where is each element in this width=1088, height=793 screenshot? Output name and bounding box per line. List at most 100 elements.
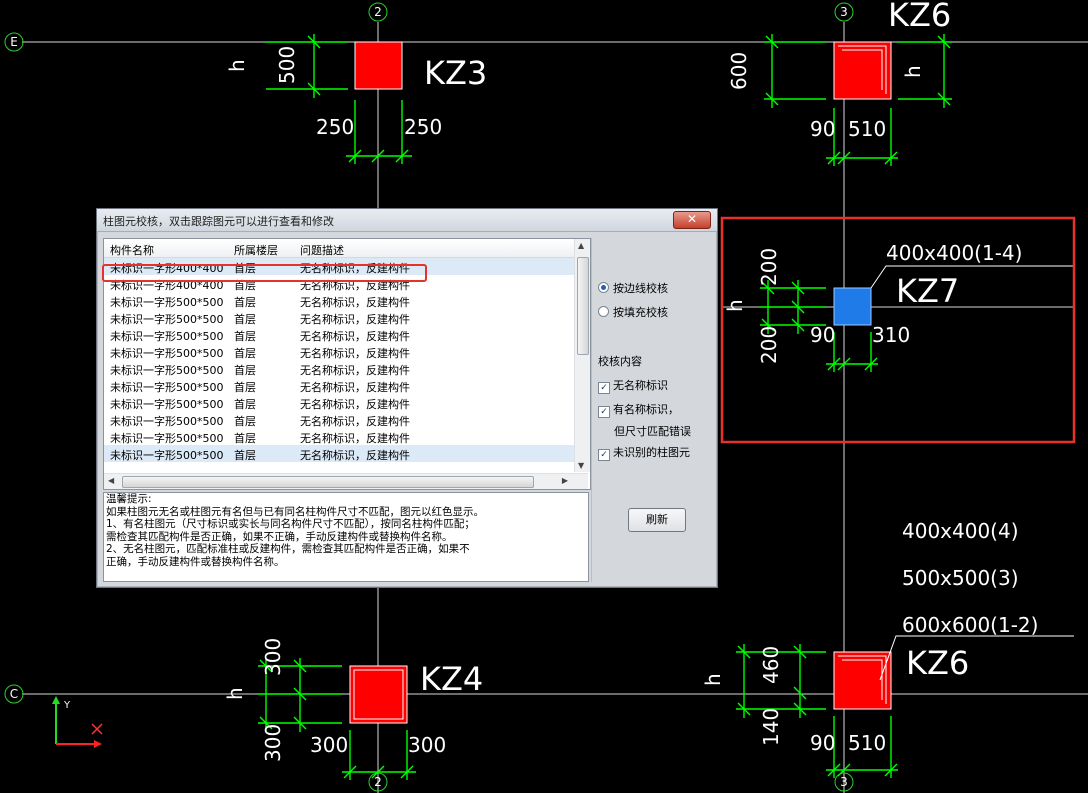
radio-selected-icon bbox=[598, 282, 609, 293]
list-cell-name: 未标识一字形500*500 bbox=[110, 432, 224, 445]
kz4-dim-top: 300 bbox=[261, 638, 285, 676]
list-cell-name: 未标识一字形500*500 bbox=[110, 398, 224, 411]
kz4-dim-left: 300 bbox=[310, 733, 348, 757]
list-cell-name: 未标识一字形500*500 bbox=[110, 313, 224, 326]
scroll-down-icon[interactable]: ▼ bbox=[578, 461, 584, 470]
ucs-icon: Y bbox=[52, 696, 103, 748]
tips-line: 1、有名柱图元（尺寸标识或实长与同名构件尺寸不匹配），按同名柱构件匹配； bbox=[106, 518, 475, 530]
list-item[interactable]: 未标识一字形500*500 首层 无名称标识，反建构件 bbox=[104, 377, 574, 394]
list-cell-floor: 首层 bbox=[234, 432, 256, 445]
list-item[interactable]: 未标识一字形500*500 首层 无名称标识，反建构件 bbox=[104, 445, 574, 462]
kz4-dim-bottom: 300 bbox=[261, 724, 285, 762]
kz6-bottom-dim-right: 510 bbox=[848, 731, 886, 755]
checkbox-name-size-mismatch[interactable]: ✓ 有名称标识， bbox=[598, 401, 679, 418]
checkbox-name-size-mismatch-line2: 但尺寸匹配错误 bbox=[614, 425, 691, 438]
options-panel: 按边线校核 按填充校核 校核内容 ✓ 无名称标识 ✓ 有名称标识， 但尺寸匹配错误 … bbox=[591, 238, 714, 582]
col-header-floor[interactable]: 所属楼层 bbox=[234, 242, 278, 258]
list-cell-name: 未标识一字形500*500 bbox=[110, 364, 224, 377]
axis-label-3-bottom: 3 bbox=[840, 775, 848, 789]
checkbox-checked-icon: ✓ bbox=[598, 449, 610, 461]
kz7-size-label: 400x400(1-4) bbox=[886, 241, 1022, 265]
list-cell-name: 未标识一字形500*500 bbox=[110, 347, 224, 360]
tips-line: 温馨提示: bbox=[106, 493, 152, 505]
scroll-right-icon[interactable]: ▶ bbox=[562, 476, 568, 485]
list-item[interactable]: 未标识一字形500*500 首层 无名称标识，反建构件 bbox=[104, 343, 574, 360]
legend-line2: 500x500(3) bbox=[902, 566, 1019, 590]
column-check-dialog: 柱图元校核，双击跟踪图元可以进行查看和修改 ✕ 构件名称 所属楼层 问题描述 未… bbox=[96, 208, 718, 588]
close-button[interactable]: ✕ bbox=[673, 211, 711, 229]
list-cell-name: 未标识一字形500*500 bbox=[110, 296, 224, 309]
kz6-top-h-label: h bbox=[901, 65, 925, 78]
list-cell-name: 未标识一字形500*500 bbox=[110, 330, 224, 343]
tips-line: 需检查其匹配构件是否正确，如果不正确，手动反建构件或替换构件名称。 bbox=[106, 530, 453, 543]
kz6-bottom-label: KZ6 bbox=[906, 644, 969, 682]
checkbox-unrecognized[interactable]: ✓ 未识别的柱图元 bbox=[598, 444, 690, 461]
radio-fill-check[interactable]: 按填充校核 bbox=[598, 304, 668, 320]
axis-label-2-bottom: 2 bbox=[374, 775, 382, 789]
list-item[interactable]: 未标识一字形500*500 首层 无名称标识，反建构件 bbox=[104, 411, 574, 428]
vertical-scroll-thumb[interactable] bbox=[577, 257, 589, 355]
list-item[interactable]: 未标识一字形500*500 首层 无名称标识，反建构件 bbox=[104, 309, 574, 326]
list-cell-name: 未标识一字形500*500 bbox=[110, 381, 224, 394]
list-cell-issue: 无名称标识，反建构件 bbox=[300, 381, 410, 394]
col-header-name[interactable]: 构件名称 bbox=[110, 242, 154, 258]
svg-text:Y: Y bbox=[63, 700, 71, 711]
col-header-issue[interactable]: 问题描述 bbox=[300, 242, 344, 258]
radio-edge-check[interactable]: 按边线校核 bbox=[598, 280, 668, 296]
scroll-left-icon[interactable]: ◀ bbox=[108, 476, 114, 485]
kz6-bottom-dim-bottom: 140 bbox=[759, 708, 783, 746]
axis-label-2-top: 2 bbox=[374, 5, 382, 19]
list-cell-floor: 首层 bbox=[234, 449, 256, 462]
list-item[interactable]: 未标识一字形500*500 首层 无名称标识，反建构件 bbox=[104, 360, 574, 377]
kz3-label: KZ3 bbox=[424, 54, 487, 92]
list-cell-name: 未标识一字形500*500 bbox=[110, 449, 224, 462]
axis-label-c: C bbox=[10, 687, 18, 701]
list-item[interactable]: 未标识一字形500*500 首层 无名称标识，反建构件 bbox=[104, 292, 574, 309]
list-cell-floor: 首层 bbox=[234, 296, 256, 309]
row-highlight-box bbox=[102, 264, 427, 282]
dialog-titlebar[interactable]: 柱图元校核，双击跟踪图元可以进行查看和修改 ✕ bbox=[97, 209, 717, 232]
kz7-dim-top: 200 bbox=[757, 248, 781, 286]
kz6-top-label: KZ6 bbox=[888, 0, 951, 34]
kz6-top-dim-right: 510 bbox=[848, 117, 886, 141]
legend-line3: 600x600(1-2) bbox=[902, 613, 1038, 637]
list-cell-issue: 无名称标识，反建构件 bbox=[300, 347, 410, 360]
list-cell-floor: 首层 bbox=[234, 415, 256, 428]
list-rows: 未标识一字形400*400 首层 无名称标识，反建构件 未标识一字形400*400 首层… bbox=[104, 258, 574, 462]
column-kz3[interactable] bbox=[354, 41, 403, 90]
axis-label-e: E bbox=[10, 35, 18, 49]
list-cell-name: 未标识一字形500*500 bbox=[110, 415, 224, 428]
list-cell-floor: 首层 bbox=[234, 330, 256, 343]
list-cell-issue: 无名称标识，反建构件 bbox=[300, 449, 410, 462]
list-item[interactable]: 未标识一字形500*500 首层 无名称标识，反建构件 bbox=[104, 394, 574, 411]
list-item[interactable]: 未标识一字形500*500 首层 无名称标识，反建构件 bbox=[104, 428, 574, 445]
list-cell-floor: 首层 bbox=[234, 313, 256, 326]
tips-line: 如果柱图元无名或柱图元有名但与已有同名柱构件尺寸不匹配，图元以红色显示。 bbox=[106, 505, 484, 518]
list-item[interactable]: 未标识一字形500*500 首层 无名称标识，反建构件 bbox=[104, 326, 574, 343]
kz7-dim-left: 90 bbox=[810, 323, 835, 347]
kz4-h-label: h bbox=[223, 687, 247, 700]
kz7-label: KZ7 bbox=[896, 272, 959, 310]
list-cell-issue: 无名称标识，反建构件 bbox=[300, 432, 410, 445]
dialog-title: 柱图元校核，双击跟踪图元可以进行查看和修改 bbox=[103, 215, 334, 228]
column-kz7[interactable] bbox=[833, 287, 872, 326]
kz6-bottom-dim-top: 460 bbox=[759, 646, 783, 684]
refresh-button[interactable]: 刷新 bbox=[628, 508, 686, 532]
kz7-dim-bottom: 200 bbox=[757, 326, 781, 364]
checkbox-checked-icon: ✓ bbox=[598, 406, 610, 418]
horizontal-scrollbar[interactable]: ◀ ▶ bbox=[104, 473, 588, 489]
vertical-scrollbar[interactable]: ▲ ▼ bbox=[574, 239, 590, 472]
checkbox-no-name[interactable]: ✓ 无名称标识 bbox=[598, 377, 668, 394]
list-cell-issue: 无名称标识，反建构件 bbox=[300, 296, 410, 309]
kz6-bottom-h-label: h bbox=[701, 673, 725, 686]
list-cell-issue: 无名称标识，反建构件 bbox=[300, 415, 410, 428]
kz3-dim-right: 250 bbox=[404, 115, 442, 139]
column-kz4[interactable] bbox=[349, 665, 408, 724]
list-cell-issue: 无名称标识，反建构件 bbox=[300, 364, 410, 377]
kz6-top-dim-h: 600 bbox=[727, 52, 751, 90]
check-content-label: 校核内容 bbox=[598, 355, 642, 368]
scroll-up-icon[interactable]: ▲ bbox=[578, 241, 584, 250]
horizontal-scroll-thumb[interactable] bbox=[122, 476, 534, 488]
tips-panel: 温馨提示: 如果柱图元无名或柱图元有名但与已有同名柱构件尺寸不匹配，图元以红色显… bbox=[103, 492, 589, 582]
list-cell-issue: 无名称标识，反建构件 bbox=[300, 330, 410, 343]
